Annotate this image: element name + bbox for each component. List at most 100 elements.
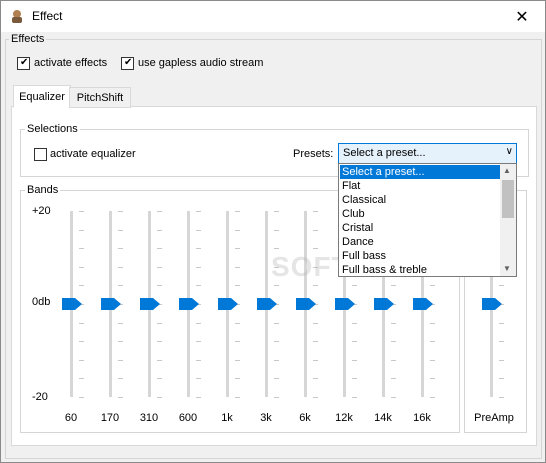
presets-select[interactable]: Select a preset... ∨ [338, 143, 517, 165]
dropdown-scrollbar[interactable]: ▲ ▼ [500, 164, 516, 276]
tick-mark [274, 341, 279, 343]
tick-mark [235, 266, 240, 268]
tick-mark [499, 322, 504, 324]
tab-equalizer[interactable]: Equalizer [13, 85, 71, 108]
band-slider-170-label: 170 [100, 412, 120, 424]
tick-mark [235, 341, 240, 343]
tick-mark [157, 341, 162, 343]
dropdown-item[interactable]: Classical [340, 193, 501, 207]
dropdown-item[interactable]: Flat [340, 179, 501, 193]
preamp-label: PreAmp [474, 412, 514, 424]
tick-mark [79, 322, 84, 324]
tick-mark [118, 322, 123, 324]
tick-mark [157, 285, 162, 287]
tick-mark [430, 341, 435, 343]
tick-mark [118, 359, 123, 361]
tick-mark [274, 211, 279, 212]
close-icon: ✕ [515, 8, 529, 26]
tick-mark [118, 229, 123, 231]
gapless-label: use gapless audio stream [138, 57, 264, 69]
tick-mark [79, 397, 84, 398]
tick-mark [499, 378, 504, 380]
tick-mark [391, 341, 396, 343]
band-slider-12k-thumb[interactable] [335, 298, 355, 310]
dropdown-item[interactable]: Cristal [340, 221, 501, 235]
tick-mark [196, 285, 201, 287]
band-slider-1k-thumb[interactable] [218, 298, 238, 310]
band-slider-14k-thumb[interactable] [374, 298, 394, 310]
tick-mark [235, 248, 240, 250]
checkmark-icon: ✔ [20, 57, 29, 68]
tick-mark [274, 359, 279, 361]
tick-mark [352, 397, 357, 398]
tick-mark [274, 248, 279, 250]
tick-mark [430, 378, 435, 380]
tick-mark [196, 397, 201, 398]
presets-dropdown-list[interactable]: Select a preset... Flat Classical Club Crist… [338, 163, 517, 277]
band-slider-3k-thumb[interactable] [257, 298, 277, 310]
scroll-thumb[interactable] [502, 180, 514, 218]
tick-mark [79, 341, 84, 343]
tick-mark [274, 378, 279, 380]
tick-mark [118, 285, 123, 287]
tick-mark [430, 359, 435, 361]
dropdown-item[interactable]: Club [340, 207, 501, 221]
tick-mark [157, 322, 162, 324]
scroll-down-icon[interactable]: ▼ [503, 264, 511, 273]
dropdown-item[interactable]: Dance [340, 235, 501, 249]
tab-pitchshift[interactable]: PitchShift [69, 87, 131, 108]
close-button[interactable]: ✕ [499, 1, 545, 32]
tick-mark [118, 378, 123, 380]
chevron-down-icon: ∨ [505, 146, 513, 157]
tick-mark [391, 359, 396, 361]
preamp-slider-thumb[interactable] [482, 298, 502, 310]
effect-window: Effect ✕ Effects ✔ activate effects ✔ us… [0, 0, 546, 463]
activate-effects-label: activate effects [34, 57, 108, 69]
band-slider-60-label: 60 [64, 412, 78, 424]
band-slider-6k-thumb[interactable] [296, 298, 316, 310]
tick-mark [313, 285, 318, 287]
tick-mark [274, 322, 279, 324]
tick-mark [79, 378, 84, 380]
band-slider-6k-label: 6k [299, 412, 311, 424]
tick-mark [157, 397, 162, 398]
activate-equalizer-label: activate equalizer [50, 148, 136, 160]
tick-mark [79, 248, 84, 250]
dropdown-item[interactable]: Full bass & treble [340, 263, 501, 276]
tick-mark [313, 322, 318, 324]
mid-scale-label: 0db [32, 296, 51, 308]
dropdown-item[interactable]: Full bass [340, 249, 501, 263]
tick-mark [196, 359, 201, 361]
dropdown-item[interactable]: Select a preset... [340, 165, 501, 179]
band-slider-600-thumb[interactable] [179, 298, 199, 310]
band-slider-310-thumb[interactable] [140, 298, 160, 310]
tick-mark [79, 211, 84, 212]
tick-mark [430, 397, 435, 398]
activate-equalizer-checkbox[interactable] [34, 148, 47, 161]
gapless-checkbox[interactable]: ✔ [121, 57, 134, 70]
tick-mark [79, 229, 84, 231]
tick-mark [313, 359, 318, 361]
band-slider-170-thumb[interactable] [101, 298, 121, 310]
presets-label: Presets: [293, 148, 334, 160]
band-slider-16k-thumb[interactable] [413, 298, 433, 310]
tab-pitchshift-label: PitchShift [76, 91, 124, 104]
tick-mark [352, 378, 357, 380]
tick-mark [235, 359, 240, 361]
scroll-up-icon[interactable]: ▲ [503, 166, 511, 175]
tick-mark [499, 359, 504, 361]
band-slider-14k-label: 14k [374, 412, 392, 424]
tick-mark [118, 211, 123, 212]
tick-mark [196, 341, 201, 343]
selections-group-label: Selections [25, 123, 80, 135]
tick-mark [352, 359, 357, 361]
activate-effects-checkbox[interactable]: ✔ [17, 57, 30, 70]
effects-group-label: Effects [9, 33, 47, 45]
band-slider-60-thumb[interactable] [62, 298, 82, 310]
top-scale-label: +20 [32, 205, 51, 217]
tick-mark [313, 397, 318, 398]
band-slider-600-label: 600 [178, 412, 198, 424]
tick-mark [235, 378, 240, 380]
tick-mark [196, 378, 201, 380]
tick-mark [157, 211, 162, 212]
